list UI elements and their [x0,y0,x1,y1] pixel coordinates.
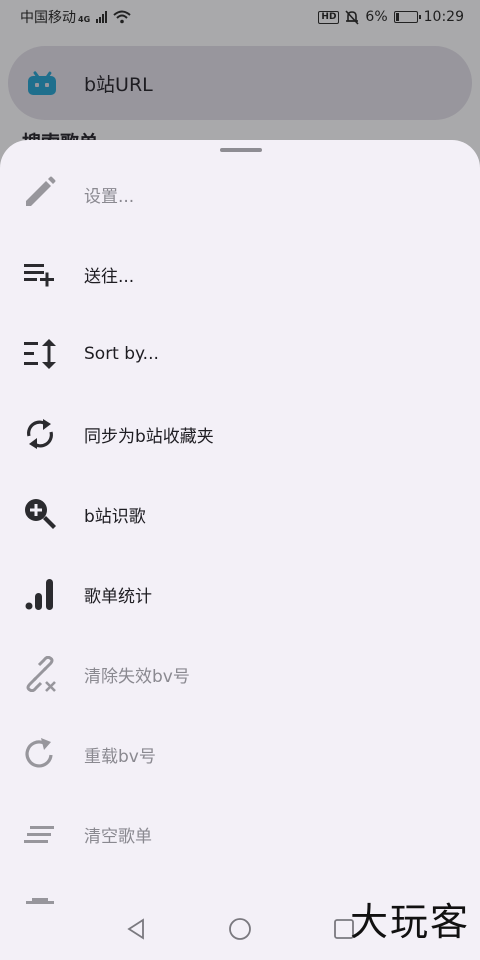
status-right: HD 6% 10:29 [318,9,464,25]
sort-icon [22,336,58,372]
reload-icon [22,736,58,772]
clock: 10:29 [423,9,464,25]
menu-label: 歌单统计 [84,586,152,607]
home-circle-icon[interactable] [228,917,252,941]
menu-item-settings[interactable]: 设置... [0,154,480,234]
wifi-icon [113,10,131,24]
bilibili-tv-icon [28,71,58,95]
pencil-icon [22,176,58,212]
menu-label: Sort by... [84,344,159,364]
playlist-add-icon [22,256,58,292]
menu-item-sort[interactable]: Sort by... [0,314,480,394]
status-left: 中国移动 4G [20,7,131,27]
menu-item-send-to[interactable]: 送往... [0,234,480,314]
menu-label: 清空歌单 [84,826,152,847]
menu-label: 设置... [84,186,135,207]
signal-icon [96,11,108,23]
zoom-in-icon [22,496,58,532]
clear-list-icon [22,816,58,852]
menu-label: 送往... [84,266,135,287]
menu-label: 同步为b站收藏夹 [84,426,214,447]
carrier-name: 中国移动 [20,10,76,26]
menu-item-playlist-stats[interactable]: 歌单统计 [0,554,480,634]
network-type: 4G [78,15,91,24]
watermark: 大玩客 [349,900,470,944]
bar-chart-icon [22,576,58,612]
battery-icon [393,11,421,23]
menu-item-clear-invalid-bv[interactable]: 清除失效bv号 [0,634,480,714]
menu-label: 重载bv号 [84,746,156,767]
search-text: b站URL [84,73,153,96]
menu-item-reload-bv[interactable]: 重载bv号 [0,714,480,794]
drag-handle[interactable] [220,148,262,152]
menu-label: b站识歌 [84,506,146,527]
menu-label: 清除失效bv号 [84,666,190,687]
menu-item-sync-favorites[interactable]: 同步为b站收藏夹 [0,394,480,474]
status-bar: 中国移动 4G HD 6% 10:29 [0,0,480,34]
link-off-icon [22,656,58,692]
bottom-sheet: 设置... 送往... Sort by... 同步为b站收藏夹 b站识歌 歌单统… [0,140,480,960]
menu-item-recognize-song[interactable]: b站识歌 [0,474,480,554]
menu-item-clear-playlist[interactable]: 清空歌单 [0,794,480,874]
hd-badge: HD [318,10,340,24]
url-search-bar[interactable]: b站URL [8,46,472,120]
back-triangle-icon[interactable] [124,917,148,941]
mute-bell-icon [345,9,360,25]
battery-percent: 6% [365,9,388,25]
sync-icon [22,416,58,452]
